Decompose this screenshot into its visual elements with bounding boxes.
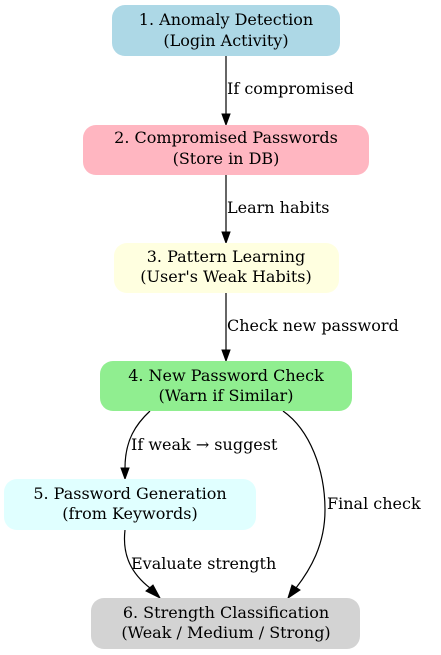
arrowhead-icon <box>221 113 231 127</box>
arrowhead-icon <box>287 584 301 600</box>
arrowhead-icon <box>120 467 130 481</box>
node-title: 2. Compromised Passwords <box>114 128 338 147</box>
node-anomaly-detection: 1. Anomaly Detection (Login Activity) <box>112 5 340 56</box>
node-compromised-passwords: 2. Compromised Passwords (Store in DB) <box>83 125 369 175</box>
node-title: 1. Anomaly Detection <box>139 10 313 29</box>
node-strength-classification: 6. Strength Classification (Weak / Mediu… <box>91 598 360 649</box>
arrowhead-icon <box>221 349 231 363</box>
node-title: 6. Strength Classification <box>123 603 329 622</box>
node-pattern-learning: 3. Pattern Learning (User's Weak Habits) <box>114 243 339 293</box>
edge-label: Final check <box>327 494 421 513</box>
node-new-password-check: 4. New Password Check (Warn if Similar) <box>100 361 352 411</box>
node-subtitle: (Login Activity) <box>163 31 288 50</box>
node-subtitle: (Warn if Similar) <box>159 386 294 405</box>
node-password-generation: 5. Password Generation (from Keywords) <box>4 479 256 530</box>
edge-compromised-to-pattern: Learn habits <box>221 175 330 245</box>
edge-label: If weak → suggest <box>131 435 278 454</box>
edge-check-to-generation: If weak → suggest <box>120 410 278 481</box>
edge-label: Check new password <box>227 316 399 335</box>
edge-label: If compromised <box>227 79 354 98</box>
edge-label: Evaluate strength <box>131 554 276 573</box>
edge-line <box>282 410 326 589</box>
node-subtitle: (from Keywords) <box>62 504 197 523</box>
edge-generation-to-strength: Evaluate strength <box>123 529 276 600</box>
edge-anomaly-to-compromised: If compromised <box>221 56 354 127</box>
node-subtitle: (User's Weak Habits) <box>140 267 311 286</box>
node-subtitle: (Weak / Medium / Strong) <box>121 623 330 642</box>
node-title: 5. Password Generation <box>33 484 226 503</box>
node-subtitle: (Store in DB) <box>173 149 280 168</box>
node-title: 3. Pattern Learning <box>147 247 306 266</box>
edge-check-to-strength: Final check <box>282 410 421 600</box>
edge-label: Learn habits <box>227 198 330 217</box>
node-title: 4. New Password Check <box>128 366 324 385</box>
flowchart: If compromised Learn habits Check new pa… <box>4 5 421 649</box>
arrowhead-icon <box>221 231 231 245</box>
edge-pattern-to-check: Check new password <box>221 293 399 363</box>
